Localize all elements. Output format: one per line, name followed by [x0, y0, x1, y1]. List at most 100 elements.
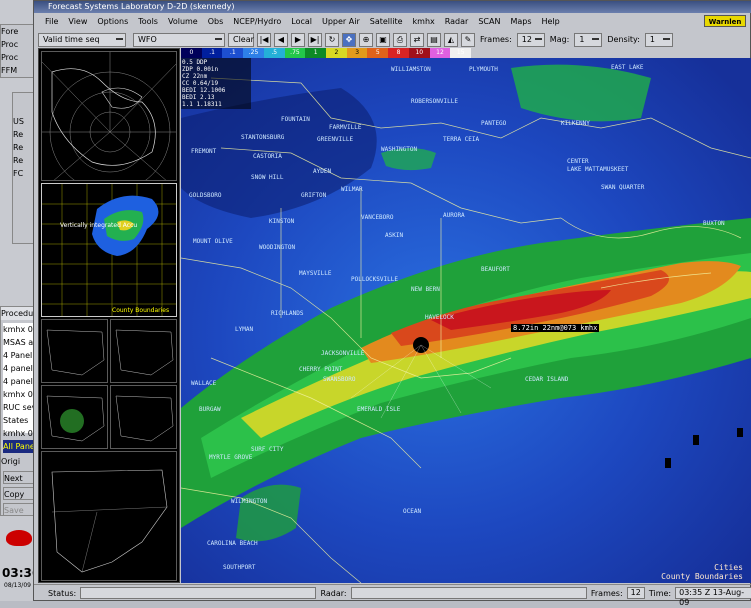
town-label: TERRA CEIA [443, 136, 480, 143]
menu-file[interactable]: File [40, 17, 63, 26]
menu-local[interactable]: Local [286, 17, 317, 26]
menu-maps[interactable]: Maps [505, 17, 536, 26]
town-label: GRIFTON [301, 192, 327, 199]
thumbnail-pane-states[interactable] [41, 451, 177, 581]
sample-icon[interactable]: ◭ [444, 32, 458, 47]
last-frame-icon[interactable]: ▶| [308, 32, 322, 47]
time-mode-value: Valid time seq [43, 34, 100, 44]
pane-footer: County Boundaries [112, 307, 170, 314]
menu-ncep-hydro[interactable]: NCEP/Hydro [228, 17, 286, 26]
menu-obs[interactable]: Obs [203, 17, 229, 26]
first-frame-icon[interactable]: |◀ [257, 32, 271, 47]
prev-frame-icon[interactable]: ◀ [274, 32, 288, 47]
menu-kmhx[interactable]: kmhx [408, 17, 440, 26]
color-scale-swatch: .25 [243, 48, 264, 58]
procedure-item[interactable]: MSAS ar [3, 336, 37, 349]
town-label: CAROLINA BEACH [207, 540, 258, 547]
polar-map [42, 52, 176, 180]
town-label: CASTORIA [253, 153, 282, 160]
town-label: SOUTHPORT [223, 564, 256, 571]
procedure-item[interactable]: kmhx 0.5 [3, 427, 37, 440]
frames-select[interactable]: 12 [516, 32, 545, 47]
radar-map-pane[interactable]: WILLIAMSTON PLYMOUTH EAST LAKE GREENVILLE WA… [181, 58, 751, 583]
color-scale-swatch: 2 [326, 48, 347, 58]
print-icon[interactable]: ⎙ [393, 32, 407, 47]
town-label: CEDAR ISLAND [525, 376, 569, 383]
town-label: WILMINGTON [231, 498, 268, 505]
zoom-icon[interactable]: ⊕ [359, 32, 373, 47]
town-label: LAKE MATTAMUSKEET [567, 166, 629, 173]
save-button[interactable]: Save [3, 503, 37, 516]
readout-line: ZDP 0.00in [182, 66, 219, 73]
town-label: FARMVILLE [329, 124, 362, 131]
legend-item-cities[interactable]: Cities [661, 563, 743, 572]
next-button[interactable]: Next [3, 471, 37, 484]
thumbnail-pane-4panel-c[interactable] [41, 385, 108, 449]
readout-line: BEDI 2.13 [182, 94, 215, 101]
town-label: SWANSBORO [323, 376, 356, 383]
town-label: HAVELOCK [425, 314, 454, 321]
scale-select[interactable]: WFO [133, 32, 225, 47]
menu-help[interactable]: Help [537, 17, 565, 26]
thumbnail-pane-4panel-b[interactable] [110, 319, 177, 383]
thumbnail-pane-4panel-d[interactable] [110, 385, 177, 449]
color-scale-swatch: 5 [367, 48, 389, 58]
swap-panes-icon[interactable]: ⇄ [410, 32, 424, 47]
load-mode-icon[interactable]: ▤ [427, 32, 441, 47]
mag-select[interactable]: 1 [574, 32, 603, 47]
radar-label: Radar: [320, 588, 347, 598]
menu-scan[interactable]: SCAN [473, 17, 505, 26]
radar-field[interactable] [350, 587, 587, 599]
menu-radar[interactable]: Radar [440, 17, 474, 26]
density-select[interactable]: 1 [644, 32, 673, 47]
town-label: OCEAN [403, 508, 422, 515]
sample-readout-box: 0.5 DDP ZDP 0.00in CZ 22nm CC 0.64/19 BE… [181, 58, 251, 109]
town-label: SURF CITY [251, 446, 284, 453]
menu-satellite[interactable]: Satellite [365, 17, 408, 26]
chevron-down-icon [116, 37, 123, 41]
procedure-item[interactable]: 4 panel [3, 375, 37, 388]
procedure-item-selected[interactable]: All Panel [3, 440, 37, 453]
menu-volume[interactable]: Volume [163, 17, 203, 26]
loop-icon[interactable]: ↻ [325, 32, 339, 47]
color-scale-swatch: 15 [450, 48, 472, 58]
next-frame-icon[interactable]: ▶ [291, 32, 305, 47]
title-bar[interactable]: Forecast Systems Laboratory D-2D (skenne… [34, 1, 751, 13]
procedure-item[interactable]: kmhx 0.5 [3, 323, 37, 336]
time-status-value: 03:35 Z 13-Aug-09 [675, 587, 751, 607]
thumbnail-pane-4panel-a[interactable] [41, 319, 108, 383]
warngen-button[interactable]: Warnlen [704, 15, 746, 27]
mag-label: Mag: [549, 35, 570, 44]
color-scale-swatch: .1 [222, 48, 244, 58]
clear-button[interactable]: Clear [228, 32, 254, 47]
town-label: MYRTLE GROVE [209, 454, 253, 461]
time-mode-select[interactable]: Valid time seq [38, 32, 126, 47]
menu-upper-air[interactable]: Upper Air [317, 17, 365, 26]
town-label: WILLIAMSTON [391, 66, 431, 73]
procedure-item[interactable]: States [3, 414, 37, 427]
thumbnail-pane-precip[interactable]: Vertically integrated Accu County Bounda… [41, 183, 177, 317]
thumbnail-pane-globe[interactable] [41, 51, 177, 181]
procedure-item[interactable]: RUC sev [3, 401, 37, 414]
procedure-item[interactable]: 4 panel v [3, 362, 37, 375]
menu-tools[interactable]: Tools [133, 17, 163, 26]
copy-button[interactable]: Copy [3, 487, 37, 500]
town-label: KILKENNY [561, 120, 590, 127]
status-field[interactable] [80, 587, 317, 599]
image-properties-icon[interactable]: ▣ [376, 32, 390, 47]
redhat-logo-icon[interactable] [6, 530, 32, 546]
menu-view[interactable]: View [63, 17, 92, 26]
town-label: SWAN QUARTER [601, 184, 645, 191]
cursor-sample-text: 8.72in 22nm@073 kmhx [511, 324, 600, 332]
precip-thumbnail-map [42, 184, 176, 316]
pan-icon[interactable]: ✥ [342, 32, 356, 47]
legend-item-county-boundaries[interactable]: County Boundaries [661, 572, 743, 581]
procedure-item[interactable]: 4 Panel [3, 349, 37, 362]
thumbnail-panes: Vertically integrated Accu County Bounda… [38, 48, 180, 583]
menu-options[interactable]: Options [92, 17, 133, 26]
procedure-item[interactable]: kmhx 0.5 [3, 388, 37, 401]
density-value: 1 [649, 34, 655, 44]
readout-line: CZ 22nm [182, 73, 208, 80]
town-label: EAST LAKE [611, 64, 644, 71]
draw-icon[interactable]: ✎ [461, 32, 475, 47]
